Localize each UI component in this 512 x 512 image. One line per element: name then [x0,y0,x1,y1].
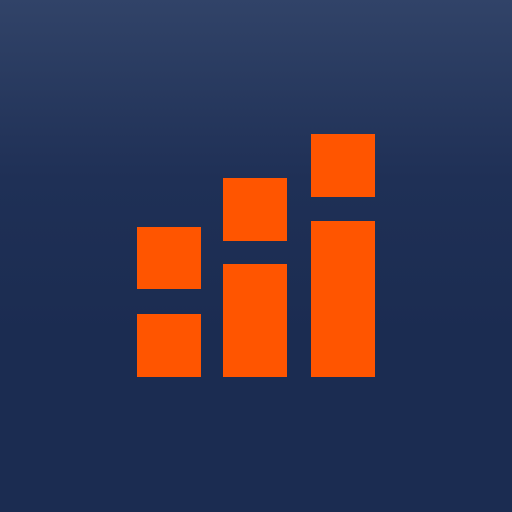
right-column-top-block [311,134,375,197]
middle-column-bottom-block [223,264,287,377]
app-icon [0,0,512,512]
left-column-bottom-block [137,314,201,377]
left-column-top-block [137,227,201,289]
right-column-bottom-block [311,221,375,377]
bar-chart-blocks-icon [0,0,512,512]
middle-column-top-block [223,178,287,241]
